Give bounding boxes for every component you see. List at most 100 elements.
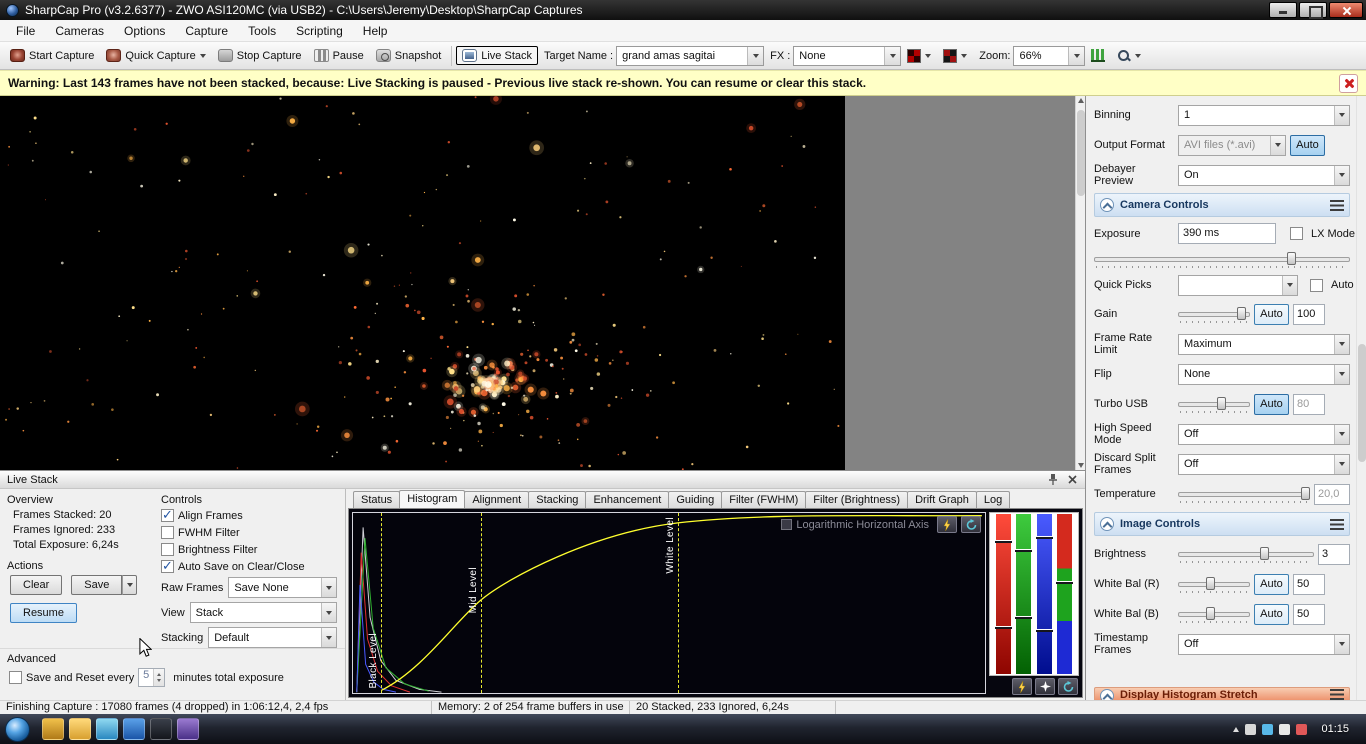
chevron-down-icon[interactable] [884,46,901,65]
auto-stretch-button[interactable] [1012,678,1032,695]
maximize-button[interactable] [1299,2,1327,19]
gain-value[interactable]: 100 [1293,303,1325,325]
start-capture-button[interactable]: Start Capture [4,46,100,65]
hamburger-icon[interactable] [1330,689,1344,700]
image-vertical-scrollbar[interactable] [1075,96,1085,470]
hamburger-icon[interactable] [1330,199,1344,211]
view-dropdown[interactable]: Stack [189,602,337,623]
output-format-auto-button[interactable]: Auto [1290,134,1325,156]
tab-alignment[interactable]: Alignment [464,491,530,508]
save-reset-checkbox[interactable] [9,671,22,684]
zoom-combobox[interactable]: 66% [1013,45,1086,66]
dark-frame-button[interactable] [901,46,937,66]
camera-controls-header[interactable]: Camera Controls [1094,193,1350,217]
histogram-plot[interactable]: Black Level Mid Level White Level Logari… [352,512,986,694]
star-adjust-button[interactable] [1035,678,1055,695]
snapshot-button[interactable]: Snapshot [370,46,447,65]
white-bal-r-value[interactable]: 50 [1293,573,1325,595]
temperature-slider[interactable] [1178,485,1310,503]
stop-capture-button[interactable]: Stop Capture [212,46,308,65]
collapse-icon[interactable] [1100,689,1114,700]
mid-level-line[interactable] [480,513,482,693]
quick-picks-dropdown[interactable] [1178,274,1298,296]
folder-icon[interactable] [69,718,91,740]
auto-save-checkbox[interactable] [161,558,174,574]
taskbar-clock[interactable]: 01:15 [1313,723,1357,735]
slider-thumb[interactable] [1259,547,1269,560]
save-dropdown-button[interactable] [122,575,138,595]
brightness-slider[interactable] [1178,545,1314,563]
chevron-down-icon[interactable] [1282,275,1297,295]
tab-guiding[interactable]: Guiding [668,491,723,508]
tab-filter-brightness[interactable]: Filter (Brightness) [805,491,909,508]
stacking-dropdown[interactable]: Default [208,627,337,648]
output-format-dropdown[interactable]: AVI files (*.avi) [1178,134,1286,156]
menu-help[interactable]: Help [353,22,398,40]
resume-button[interactable]: Resume [10,603,77,623]
tray-icon-2[interactable] [1296,723,1308,735]
spinner-arrows[interactable] [153,669,165,686]
white-level-line[interactable] [677,513,679,693]
live-stack-button[interactable]: Live Stack [456,46,538,65]
white-bal-r-slider[interactable] [1178,575,1250,593]
display-histogram-stretch-header[interactable]: Display Histogram Stretch [1094,687,1350,700]
tab-filter-fwhm[interactable]: Filter (FWHM) [721,491,807,508]
tab-log[interactable]: Log [975,491,1011,508]
turbo-usb-auto-button[interactable]: Auto [1254,393,1289,415]
slider-thumb[interactable] [1300,487,1310,500]
align-frames-checkbox[interactable] [161,507,174,523]
tab-enhancement[interactable]: Enhancement [585,491,670,508]
menu-scripting[interactable]: Scripting [286,22,353,40]
brightness-filter-checkbox[interactable] [161,543,174,556]
warning-close-button[interactable] [1339,73,1358,93]
blue-channel-bar[interactable] [1035,514,1053,674]
green-channel-bar[interactable] [1015,514,1033,674]
image-controls-header[interactable]: Image Controls [1094,512,1350,536]
taskbar-app-2[interactable] [96,718,118,740]
histogram-tool-button[interactable] [1085,46,1111,65]
flat-frame-button[interactable] [937,46,973,66]
minimize-button[interactable] [1269,2,1297,18]
white-bal-b-value[interactable]: 50 [1293,603,1325,625]
slider-thumb[interactable] [1287,252,1297,265]
fwhm-filter-checkbox[interactable] [161,526,174,539]
scroll-down-icon[interactable] [1077,463,1084,468]
debayer-preview-dropdown[interactable]: On [1178,164,1350,186]
browser-icon[interactable] [123,718,145,740]
frame-rate-limit-dropdown[interactable]: Maximum [1178,333,1350,355]
chevron-down-icon[interactable] [1334,424,1349,444]
exposure-input[interactable]: 390 ms [1178,223,1276,244]
clear-button[interactable]: Clear [10,575,63,595]
turbo-usb-slider[interactable] [1178,395,1250,413]
white-bal-b-auto-button[interactable]: Auto [1254,603,1289,625]
menu-file[interactable]: File [6,22,45,40]
scrollbar-thumb[interactable] [1358,344,1366,462]
start-button[interactable] [5,716,30,742]
minutes-spinner[interactable]: 5 [138,668,166,687]
chevron-down-icon[interactable] [1334,334,1349,354]
white-bal-b-slider[interactable] [1178,605,1250,623]
chevron-down-icon[interactable] [1068,46,1085,65]
chevron-down-icon[interactable] [1334,454,1349,474]
tab-drift-graph[interactable]: Drift Graph [907,491,977,508]
chevron-down-icon[interactable] [747,46,764,65]
menu-tools[interactable]: Tools [238,22,286,40]
star-field-image[interactable] [0,96,845,470]
chevron-down-icon[interactable] [321,578,336,597]
taskbar-app-1[interactable] [42,718,64,740]
high-speed-mode-dropdown[interactable]: Off [1178,423,1350,445]
slider-thumb[interactable] [1237,307,1247,320]
collapse-icon[interactable] [1100,198,1114,212]
pause-button[interactable]: Pause [308,46,370,65]
close-button[interactable] [1329,2,1363,18]
slider-thumb[interactable] [1217,397,1227,410]
taskbar-app-4[interactable] [177,718,199,740]
temperature-value[interactable]: 20,0 [1314,483,1350,505]
black-level-line[interactable] [381,513,383,693]
scroll-up-icon[interactable] [1077,98,1084,103]
exposure-auto-checkbox[interactable] [1310,278,1323,292]
tray-expand-icon[interactable] [1233,726,1240,732]
reset-stretch-button[interactable] [961,516,981,533]
discard-split-frames-dropdown[interactable]: Off [1178,453,1350,475]
chevron-down-icon[interactable] [1270,135,1285,155]
